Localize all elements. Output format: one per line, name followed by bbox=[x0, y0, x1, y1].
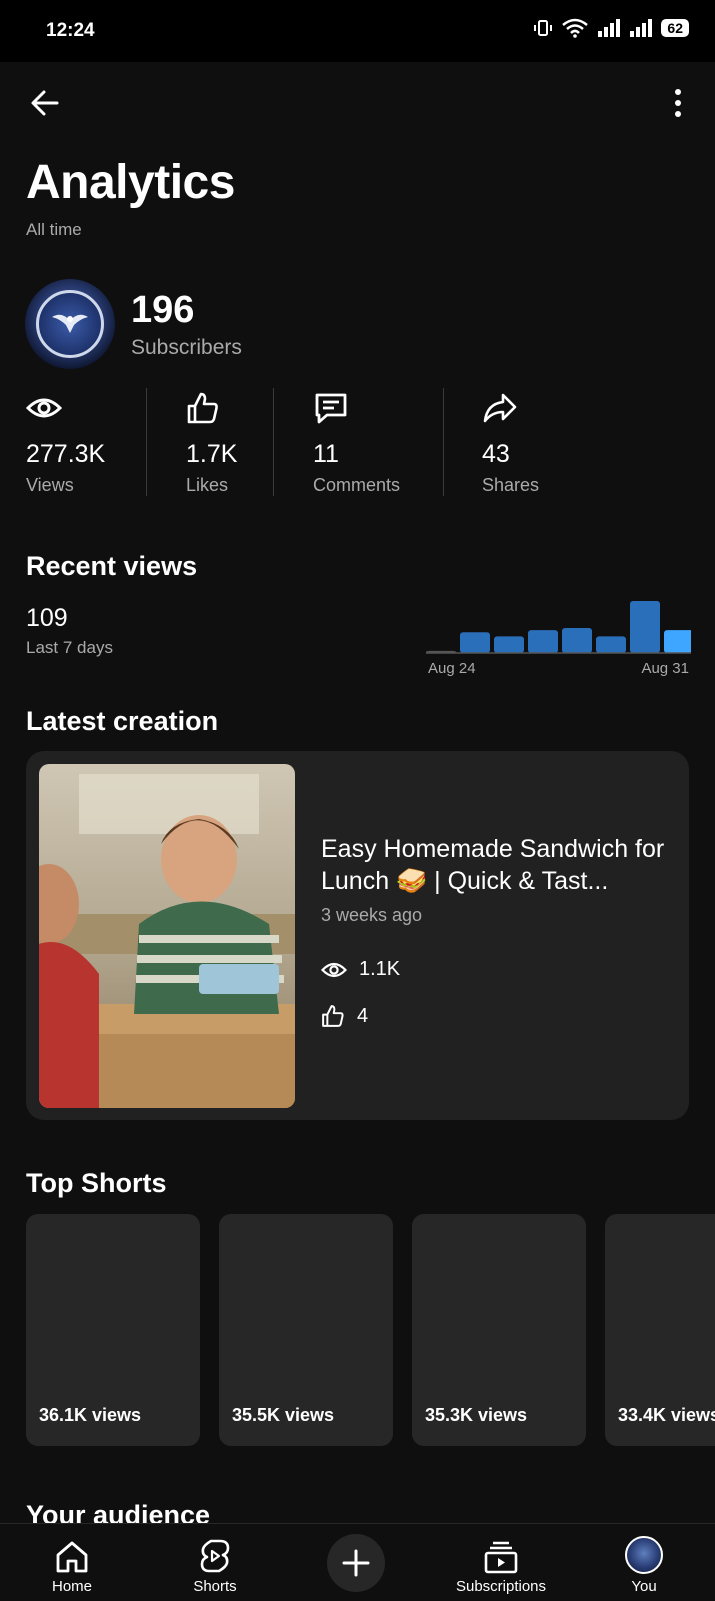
latest-creation-title: Latest creation bbox=[26, 706, 219, 736]
latest-video-views: 1.1K bbox=[321, 958, 400, 981]
short-card[interactable]: 36.1K views bbox=[26, 1214, 200, 1446]
chart-tick-end: Aug 31 bbox=[641, 660, 689, 676]
nav-you[interactable]: You bbox=[620, 1524, 668, 1601]
chart-bar bbox=[460, 632, 490, 653]
eye-icon bbox=[321, 962, 347, 977]
short-views: 35.5K views bbox=[232, 1405, 335, 1425]
stat-likes[interactable]: 1.7K Likes bbox=[186, 388, 237, 496]
nav-shorts-label: Shorts bbox=[193, 1578, 237, 1595]
time-range-label[interactable]: All time bbox=[26, 220, 82, 240]
stat-value: 43 bbox=[482, 440, 510, 468]
latest-creation-card[interactable]: Easy Homemade Sandwich for Lunch 🥪 | Qui… bbox=[26, 751, 689, 1120]
stat-value: 1.7K bbox=[186, 440, 238, 468]
short-views: 33.4K views bbox=[618, 1405, 715, 1425]
short-card[interactable]: 33.4K views bbox=[605, 1214, 715, 1446]
bottom-nav: Home Shorts Subscriptions You bbox=[0, 1523, 715, 1601]
arrow-left-icon bbox=[31, 90, 59, 116]
eye-icon bbox=[26, 398, 62, 418]
plus-icon bbox=[342, 1549, 370, 1577]
latest-video-likes: 4 bbox=[321, 1004, 368, 1028]
status-bar: 12:24 62 bbox=[0, 0, 715, 62]
signal-icon bbox=[598, 19, 621, 37]
short-card[interactable]: 35.5K views bbox=[219, 1214, 393, 1446]
stat-label: Views bbox=[26, 475, 74, 495]
chart-bar bbox=[528, 630, 558, 653]
comment-icon bbox=[315, 393, 347, 424]
thumb-up-icon bbox=[187, 392, 218, 424]
chart-bar bbox=[630, 601, 660, 653]
page-title: Analytics bbox=[26, 156, 235, 209]
stat-divider bbox=[443, 388, 444, 496]
stats-row: 277.3K Views 1.7K Likes 11 Comments 43 S… bbox=[0, 388, 715, 496]
stat-label: Likes bbox=[186, 475, 229, 495]
video-thumbnail[interactable] bbox=[39, 764, 295, 1108]
signal-icon bbox=[630, 19, 653, 37]
nav-you-label: You bbox=[631, 1578, 657, 1595]
thumbnail-image bbox=[39, 764, 295, 1108]
more-vert-icon bbox=[675, 89, 681, 117]
stat-divider bbox=[146, 388, 147, 496]
stat-value: 277.3K bbox=[26, 440, 106, 468]
eagle-icon bbox=[52, 314, 88, 333]
recent-views-title: Recent views bbox=[26, 551, 198, 581]
nav-subscriptions-label: Subscriptions bbox=[455, 1578, 547, 1595]
top-bar bbox=[0, 62, 715, 142]
thumb-up-icon bbox=[322, 1005, 344, 1027]
recent-views-chart[interactable]: Aug 24 Aug 31 bbox=[426, 596, 691, 676]
stat-comments[interactable]: 11 Comments bbox=[313, 388, 400, 496]
short-views: 36.1K views bbox=[39, 1405, 142, 1425]
latest-views-value: 1.1K bbox=[359, 958, 401, 980]
nav-subscriptions[interactable]: Subscriptions bbox=[447, 1524, 555, 1601]
more-options-button[interactable] bbox=[659, 82, 697, 124]
create-button[interactable] bbox=[327, 1534, 385, 1592]
shorts-icon bbox=[200, 1539, 230, 1573]
subscriber-label: Subscribers bbox=[131, 336, 242, 359]
chart-bar bbox=[562, 628, 592, 653]
stat-value: 11 bbox=[313, 440, 339, 468]
status-icons: 62 bbox=[533, 18, 689, 38]
short-views: 35.3K views bbox=[425, 1405, 528, 1425]
channel-logo bbox=[36, 290, 104, 358]
stat-views[interactable]: 277.3K Views bbox=[26, 388, 105, 496]
channel-avatar bbox=[25, 279, 115, 369]
chart-bar bbox=[494, 636, 524, 653]
subscriptions-icon bbox=[484, 1541, 518, 1574]
recent-views-value: 109 bbox=[26, 604, 68, 632]
latest-video-title: Easy Homemade Sandwich for Lunch 🥪 | Qui… bbox=[321, 835, 665, 895]
profile-avatar bbox=[625, 1536, 663, 1574]
home-icon bbox=[56, 1541, 88, 1573]
battery-indicator: 62 bbox=[661, 19, 689, 37]
stat-label: Shares bbox=[482, 475, 540, 495]
recent-views-label: Last 7 days bbox=[26, 638, 113, 657]
latest-likes-value: 4 bbox=[357, 1004, 369, 1027]
stat-label: Comments bbox=[313, 475, 401, 495]
stat-divider bbox=[273, 388, 274, 496]
chart-tick-start: Aug 24 bbox=[428, 660, 476, 676]
status-time: 12:24 bbox=[46, 20, 95, 41]
back-button[interactable] bbox=[26, 84, 64, 122]
nav-home[interactable]: Home bbox=[40, 1524, 104, 1601]
nav-shorts[interactable]: Shorts bbox=[178, 1524, 252, 1601]
share-icon bbox=[483, 393, 517, 423]
wifi-icon bbox=[562, 18, 589, 38]
vibrate-icon bbox=[534, 20, 553, 36]
latest-video-time: 3 weeks ago bbox=[321, 905, 423, 925]
chart-bar bbox=[596, 636, 626, 653]
subscriber-count: 196 bbox=[131, 289, 195, 331]
stat-shares[interactable]: 43 Shares bbox=[482, 388, 539, 496]
short-card[interactable]: 35.3K views bbox=[412, 1214, 586, 1446]
chart-bar bbox=[664, 630, 691, 653]
top-shorts-title: Top Shorts bbox=[26, 1168, 167, 1198]
nav-home-label: Home bbox=[51, 1578, 92, 1595]
